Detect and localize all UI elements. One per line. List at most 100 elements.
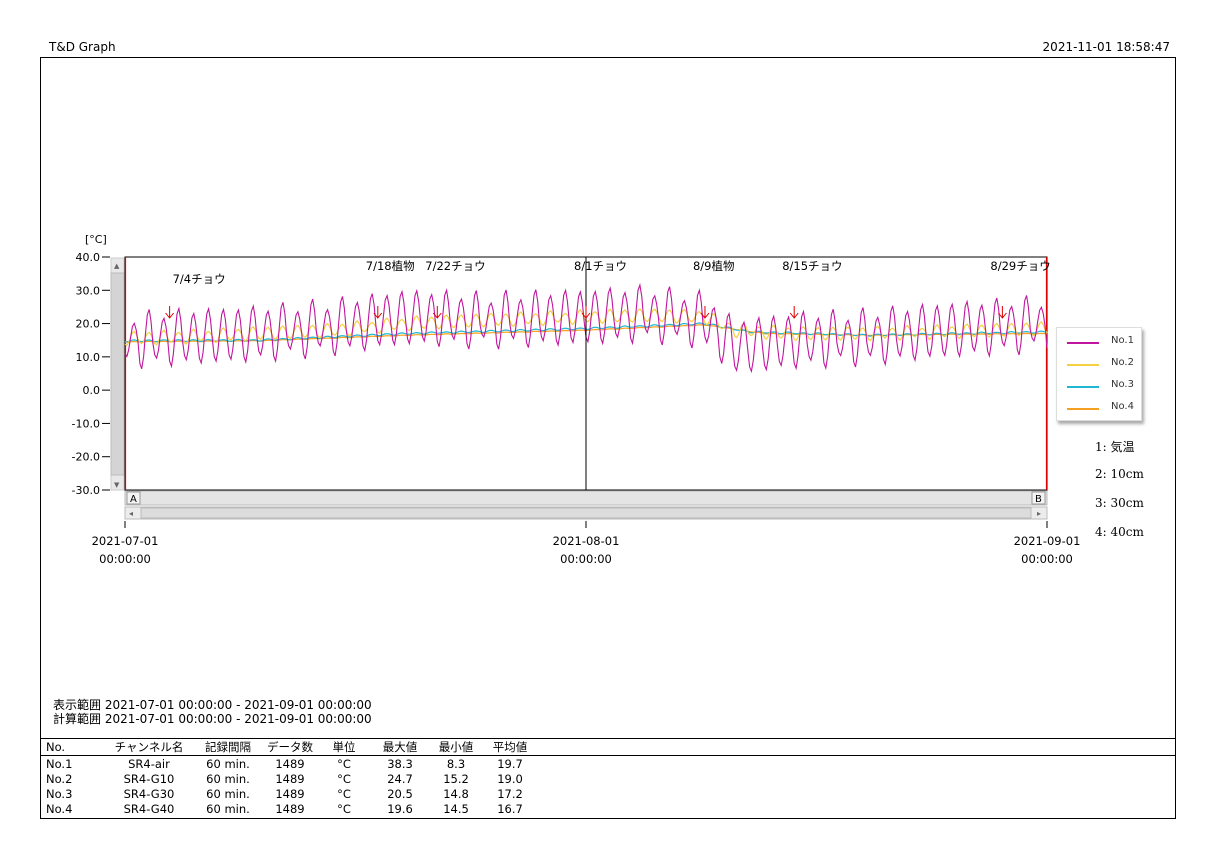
col-count: データ数 <box>262 738 318 756</box>
cursor-b-label[interactable]: B <box>1035 494 1042 505</box>
y-tick-label: 40.0 <box>76 251 101 264</box>
y-tick-label: -30.0 <box>72 484 100 497</box>
table-cell: 14.8 <box>443 786 469 801</box>
legend-label: No.4 <box>1111 401 1134 412</box>
col-avg: 平均値 <box>482 738 538 756</box>
legend-swatch <box>1067 342 1099 344</box>
table-cell: SR4-air <box>128 756 170 771</box>
legend-swatch <box>1067 364 1099 366</box>
table-row: No.4 SR4-G40 60 min. 1489 °C 19.6 14.5 16.7 <box>41 801 1176 816</box>
legend-swatch <box>1067 408 1099 410</box>
channel-note-3: 3: 30cm <box>1095 496 1144 510</box>
table-cell: SR4-G40 <box>123 801 175 816</box>
legend-label: No.2 <box>1111 357 1134 368</box>
y-tick-label: 20.0 <box>76 318 101 331</box>
table-cell: 1489 <box>275 771 305 786</box>
y-tick-label: 0.0 <box>83 384 101 397</box>
legend: No.1 No.2 No.3 No.4 <box>1056 327 1142 421</box>
channel-note-1: 1: 気温 <box>1095 440 1135 454</box>
scroll-up-icon[interactable]: ▲ <box>114 262 120 270</box>
annotation-label: 8/29チョウ <box>990 259 1050 273</box>
table-cell: 1489 <box>275 756 305 771</box>
scroll-down-icon[interactable]: ▼ <box>114 481 120 489</box>
horizontal-scrollbar[interactable]: ◂ ▸ <box>124 506 1048 520</box>
vertical-scrollbar[interactable]: ▲ ▼ <box>110 257 125 491</box>
col-min: 最小値 <box>430 738 482 756</box>
legend-item-3: No.3 <box>1067 379 1139 393</box>
table-cell: 20.5 <box>387 786 413 801</box>
table-cell: 15.2 <box>443 771 469 786</box>
table-cell: 60 min. <box>206 771 250 786</box>
cursor-bar[interactable]: A B <box>124 490 1048 506</box>
y-tick-label: 30.0 <box>76 284 101 297</box>
channel-note-4: 4: 40cm <box>1095 525 1144 539</box>
table-cell: 1489 <box>275 801 305 816</box>
col-max: 最大値 <box>370 738 430 756</box>
table-cell-spacer <box>538 771 1176 786</box>
x-tick-time: 00:00:00 <box>1021 552 1073 566</box>
table-cell: 38.3 <box>387 756 413 771</box>
table-cell: °C <box>337 801 351 816</box>
legend-item-1: No.1 <box>1067 335 1139 349</box>
calc-range: 計算範囲 2021-07-01 00:00:00 - 2021-09-01 00… <box>53 712 372 726</box>
table-cell: °C <box>337 786 351 801</box>
annotation-label: 7/4チョウ <box>173 272 226 286</box>
table-cell: 17.2 <box>497 786 523 801</box>
table-cell: °C <box>337 756 351 771</box>
x-tick-date: 2021-07-01 <box>92 534 159 548</box>
table-cell: °C <box>337 771 351 786</box>
table-cell: 16.7 <box>497 801 523 816</box>
annotation-label: 8/15チョウ <box>782 259 842 273</box>
y-axis-unit: [°C] <box>85 233 107 246</box>
table-row: No.1 SR4-air 60 min. 1489 °C 38.3 8.3 19.7 <box>41 756 1176 772</box>
table-cell: 24.7 <box>387 771 413 786</box>
legend-item-2: No.2 <box>1067 357 1139 371</box>
legend-item-4: No.4 <box>1067 401 1139 415</box>
col-channel-name: チャンネル名 <box>104 738 194 756</box>
table-cell: 19.0 <box>497 771 523 786</box>
x-tick-time: 00:00:00 <box>99 552 151 566</box>
table-cell: 19.7 <box>497 756 523 771</box>
cursor-a-label[interactable]: A <box>130 494 137 505</box>
table-cell: SR4-G10 <box>123 771 175 786</box>
table-cell: 60 min. <box>206 756 250 771</box>
table-cell: 60 min. <box>206 786 250 801</box>
table-cell: No.1 <box>46 756 73 771</box>
legend-label: No.1 <box>1111 335 1134 346</box>
annotation-label: 8/1チョウ <box>574 259 627 273</box>
chart-area: [°C] 40.030.020.010.00.0-10.0-20.0-30.0 … <box>72 233 1081 566</box>
table-cell-spacer <box>538 801 1176 816</box>
y-tick-label: -20.0 <box>72 451 100 464</box>
legend-label: No.3 <box>1111 379 1134 390</box>
annotation-label: 7/18植物 <box>366 259 415 273</box>
table-row: No.2 SR4-G10 60 min. 1489 °C 24.7 15.2 19.0 <box>41 771 1176 786</box>
annotation-label: 8/9植物 <box>693 259 735 273</box>
x-tick-date: 2021-08-01 <box>553 534 620 548</box>
table-cell: No.4 <box>46 801 73 816</box>
scroll-right-icon[interactable]: ▸ <box>1037 509 1041 518</box>
x-tick-time: 00:00:00 <box>560 552 612 566</box>
col-unit: 単位 <box>318 738 370 756</box>
legend-swatch <box>1067 386 1099 388</box>
table-cell: 14.5 <box>443 801 469 816</box>
table-cell: SR4-G30 <box>123 786 175 801</box>
table-cell: No.3 <box>46 786 73 801</box>
col-no: No. <box>41 738 104 756</box>
annotation-label: 7/22チョウ <box>425 259 485 273</box>
x-tick-date: 2021-09-01 <box>1014 534 1081 548</box>
table-cell: 60 min. <box>206 801 250 816</box>
y-tick-label: 10.0 <box>76 351 101 364</box>
y-tick-label: -10.0 <box>72 417 100 430</box>
channel-note-2: 2: 10cm <box>1095 467 1144 481</box>
table-cell: 1489 <box>275 786 305 801</box>
stats-table: No. チャンネル名 記録間隔 データ数 単位 最大値 最小値 平均値 No.1… <box>41 738 1176 816</box>
col-interval: 記録間隔 <box>194 738 262 756</box>
table-header-row: No. チャンネル名 記録間隔 データ数 単位 最大値 最小値 平均値 <box>41 738 1176 756</box>
table-cell-spacer <box>538 756 1176 772</box>
table-row: No.3 SR4-G30 60 min. 1489 °C 20.5 14.8 17.2 <box>41 786 1176 801</box>
scroll-left-icon[interactable]: ◂ <box>129 509 133 518</box>
table-cell-spacer <box>538 786 1176 801</box>
table-cell: No.2 <box>46 771 73 786</box>
col-spacer <box>538 738 1176 756</box>
table-cell: 19.6 <box>387 801 413 816</box>
